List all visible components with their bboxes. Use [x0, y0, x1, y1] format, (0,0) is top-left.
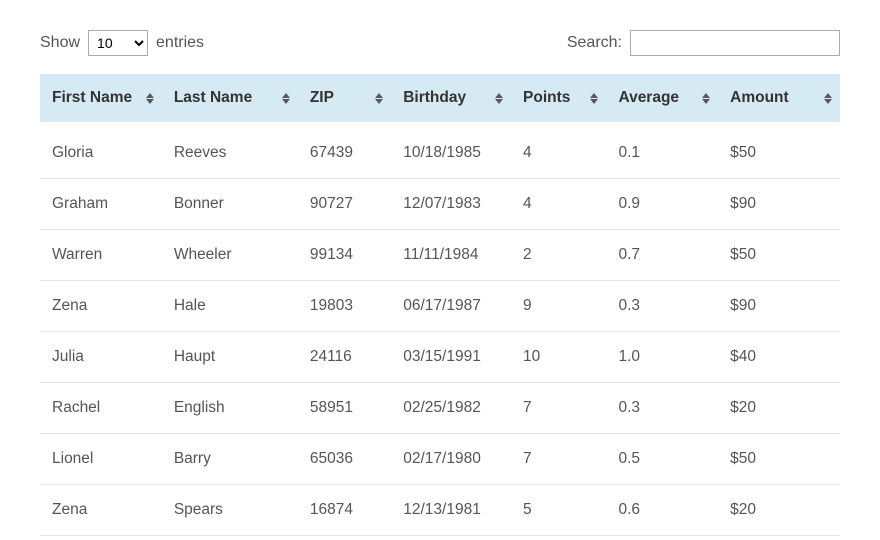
cell-amount: $20	[718, 383, 840, 434]
col-last-name-label: Last Name	[174, 89, 252, 107]
cell-first-name: Gloria	[40, 122, 162, 179]
cell-zip: 99134	[298, 230, 391, 281]
sort-icon	[146, 93, 154, 104]
cell-last-name: Bonner	[162, 179, 298, 230]
sort-icon	[590, 93, 598, 104]
cell-first-name: Zena	[40, 485, 162, 536]
table-row: GrahamBonner9072712/07/198340.9$90	[40, 179, 840, 230]
cell-first-name: Warren	[40, 230, 162, 281]
cell-birthday: 02/25/1982	[391, 383, 511, 434]
col-last-name[interactable]: Last Name	[162, 74, 298, 122]
entries-label: entries	[156, 34, 204, 52]
table-row: JuliaHaupt2411603/15/1991101.0$40	[40, 332, 840, 383]
cell-average: 0.6	[606, 485, 718, 536]
cell-points: 10	[511, 332, 606, 383]
cell-amount: $50	[718, 122, 840, 179]
cell-points: 5	[511, 485, 606, 536]
cell-zip: 58951	[298, 383, 391, 434]
cell-last-name: Reeves	[162, 122, 298, 179]
search-control: Search:	[567, 30, 840, 56]
cell-last-name: Spears	[162, 485, 298, 536]
cell-average: 0.7	[606, 230, 718, 281]
cell-amount: $50	[718, 230, 840, 281]
cell-birthday: 03/15/1991	[391, 332, 511, 383]
search-input[interactable]	[630, 30, 840, 56]
cell-zip: 16874	[298, 485, 391, 536]
show-label: Show	[40, 34, 80, 52]
cell-birthday: 02/17/1980	[391, 434, 511, 485]
cell-last-name: Haupt	[162, 332, 298, 383]
sort-icon	[495, 93, 503, 104]
sort-icon	[702, 93, 710, 104]
cell-zip: 24116	[298, 332, 391, 383]
data-table: First Name Last Name ZIP	[40, 74, 840, 536]
col-amount[interactable]: Amount	[718, 74, 840, 122]
col-points[interactable]: Points	[511, 74, 606, 122]
cell-first-name: Julia	[40, 332, 162, 383]
cell-points: 4	[511, 122, 606, 179]
cell-average: 0.3	[606, 281, 718, 332]
col-birthday-label: Birthday	[403, 89, 466, 107]
table-row: WarrenWheeler9913411/11/198420.7$50	[40, 230, 840, 281]
entries-length-control: Show 102550100 entries	[40, 30, 204, 56]
cell-last-name: Hale	[162, 281, 298, 332]
cell-amount: $90	[718, 179, 840, 230]
cell-last-name: Wheeler	[162, 230, 298, 281]
table-controls: Show 102550100 entries Search:	[40, 30, 840, 56]
cell-average: 0.5	[606, 434, 718, 485]
sort-icon	[375, 93, 383, 104]
cell-birthday: 12/07/1983	[391, 179, 511, 230]
cell-first-name: Zena	[40, 281, 162, 332]
cell-average: 0.3	[606, 383, 718, 434]
cell-birthday: 06/17/1987	[391, 281, 511, 332]
cell-birthday: 11/11/1984	[391, 230, 511, 281]
search-label: Search:	[567, 34, 622, 52]
table-row: RachelEnglish5895102/25/198270.3$20	[40, 383, 840, 434]
table-row: ZenaSpears1687412/13/198150.6$20	[40, 485, 840, 536]
cell-average: 1.0	[606, 332, 718, 383]
sort-icon	[824, 93, 832, 104]
col-zip-label: ZIP	[310, 89, 334, 107]
cell-birthday: 12/13/1981	[391, 485, 511, 536]
col-zip[interactable]: ZIP	[298, 74, 391, 122]
col-first-name[interactable]: First Name	[40, 74, 162, 122]
cell-amount: $50	[718, 434, 840, 485]
cell-points: 7	[511, 434, 606, 485]
cell-zip: 65036	[298, 434, 391, 485]
col-average[interactable]: Average	[606, 74, 718, 122]
col-points-label: Points	[523, 89, 570, 107]
col-amount-label: Amount	[730, 89, 789, 107]
col-average-label: Average	[618, 89, 679, 107]
cell-average: 0.9	[606, 179, 718, 230]
entries-select[interactable]: 102550100	[88, 30, 148, 56]
col-first-name-label: First Name	[52, 89, 132, 107]
sort-icon	[282, 93, 290, 104]
cell-amount: $90	[718, 281, 840, 332]
cell-points: 4	[511, 179, 606, 230]
cell-first-name: Graham	[40, 179, 162, 230]
cell-zip: 67439	[298, 122, 391, 179]
cell-points: 7	[511, 383, 606, 434]
cell-points: 9	[511, 281, 606, 332]
table-row: LionelBarry6503602/17/198070.5$50	[40, 434, 840, 485]
cell-last-name: Barry	[162, 434, 298, 485]
cell-zip: 90727	[298, 179, 391, 230]
cell-average: 0.1	[606, 122, 718, 179]
col-birthday[interactable]: Birthday	[391, 74, 511, 122]
table-row: ZenaHale1980306/17/198790.3$90	[40, 281, 840, 332]
cell-points: 2	[511, 230, 606, 281]
cell-birthday: 10/18/1985	[391, 122, 511, 179]
cell-last-name: English	[162, 383, 298, 434]
cell-first-name: Lionel	[40, 434, 162, 485]
cell-amount: $40	[718, 332, 840, 383]
cell-zip: 19803	[298, 281, 391, 332]
table-row: GloriaReeves6743910/18/198540.1$50	[40, 122, 840, 179]
cell-first-name: Rachel	[40, 383, 162, 434]
cell-amount: $20	[718, 485, 840, 536]
